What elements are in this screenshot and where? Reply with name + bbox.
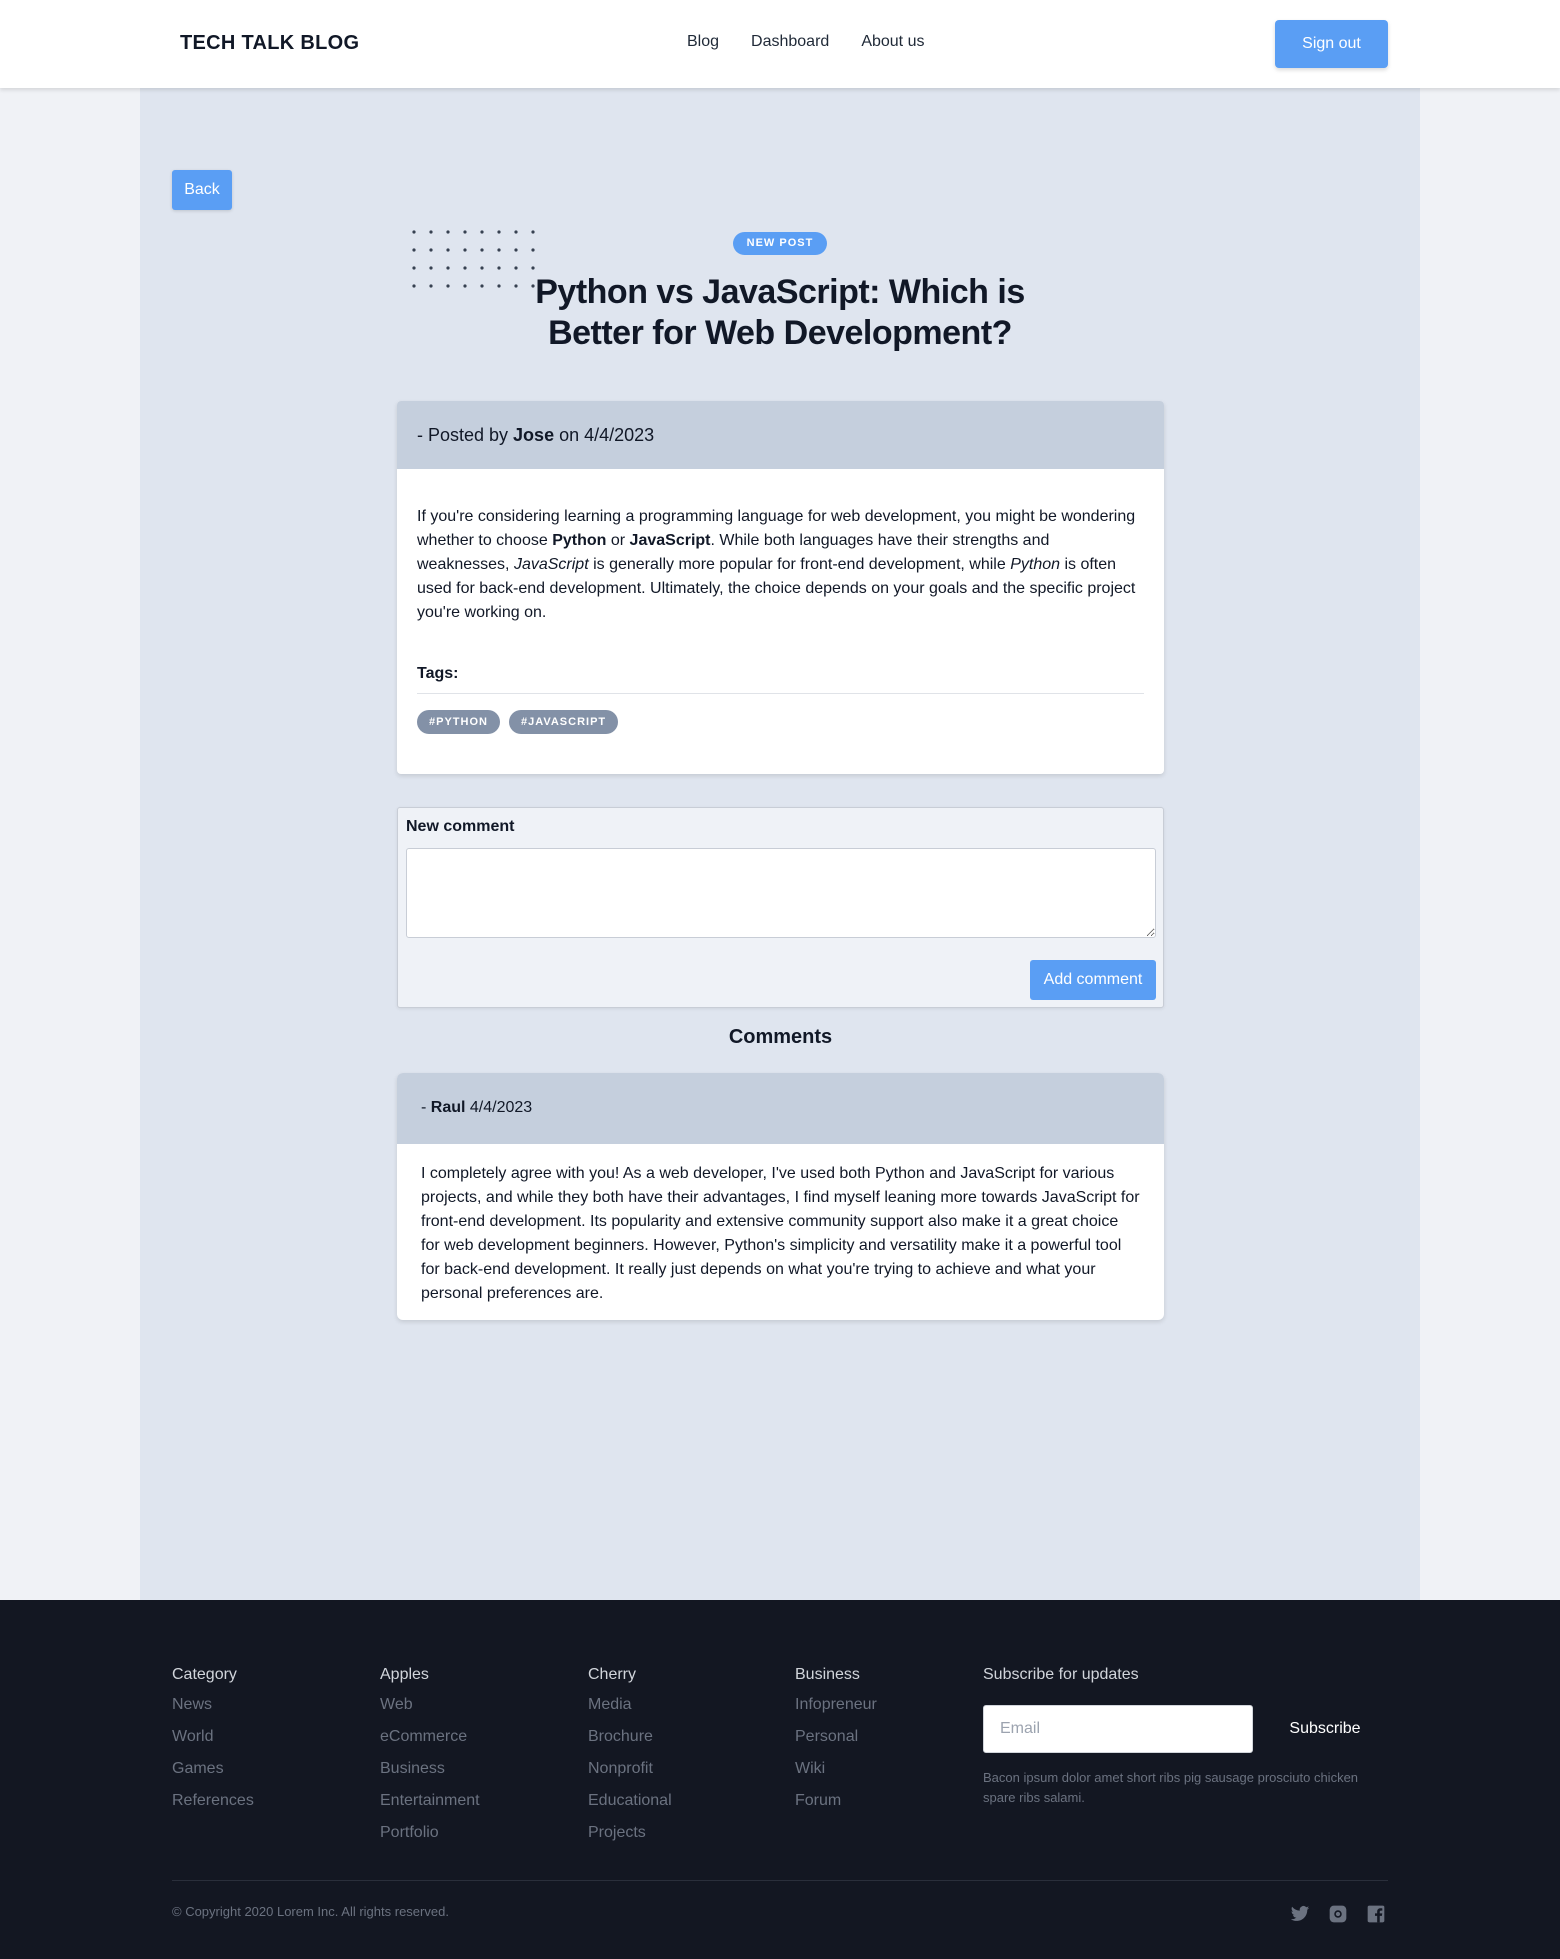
post-body-italic: Python bbox=[1010, 556, 1061, 573]
subscribe-note: Bacon ipsum dolor amet short ribs pig sa… bbox=[983, 1770, 1359, 1805]
posted-by-prefix: - Posted by bbox=[417, 425, 514, 445]
email-input[interactable] bbox=[983, 1705, 1253, 1753]
tag-python[interactable]: #PYTHON bbox=[417, 710, 500, 734]
post-body: If you're considering learning a program… bbox=[397, 469, 1164, 625]
tag-list: #PYTHON #JAVASCRIPT bbox=[417, 710, 1144, 734]
footer-link[interactable]: News bbox=[172, 1694, 254, 1716]
instagram-icon[interactable] bbox=[1328, 1904, 1348, 1924]
footer-link[interactable]: Business bbox=[380, 1758, 480, 1780]
footer-column-title: Category bbox=[172, 1666, 237, 1683]
comment-prefix: - bbox=[421, 1099, 431, 1116]
footer-link[interactable]: Forum bbox=[795, 1790, 877, 1812]
tags-label: Tags: bbox=[417, 665, 1144, 694]
sign-out-button[interactable]: Sign out bbox=[1275, 20, 1388, 68]
footer-column-category: Category News World Games References bbox=[172, 1666, 254, 1822]
post-body-bold: JavaScript bbox=[629, 532, 711, 549]
post-body-text: is generally more popular for front-end … bbox=[588, 556, 1011, 573]
nav-link-about-us[interactable]: About us bbox=[861, 33, 924, 51]
footer-column-apples: Apples Web eCommerce Business Entertainm… bbox=[380, 1666, 480, 1854]
footer-divider bbox=[172, 1880, 1388, 1881]
footer: Category News World Games References App… bbox=[0, 1600, 1560, 1959]
post-title: Python vs JavaScript: Which is Better fo… bbox=[535, 273, 1025, 352]
footer-link[interactable]: Educational bbox=[588, 1790, 672, 1812]
main-content: Back NEW POST Python vs JavaScript: Whic… bbox=[140, 88, 1420, 1600]
footer-link[interactable]: Wiki bbox=[795, 1758, 877, 1780]
post-body-bold: Python bbox=[552, 532, 607, 549]
post-meta: - Posted by Jose on 4/4/2023 bbox=[397, 401, 1164, 469]
comment-meta: - Raul 4/4/2023 bbox=[397, 1073, 1164, 1144]
footer-link[interactable]: Projects bbox=[588, 1822, 672, 1844]
comments-heading: Comments bbox=[728, 1026, 833, 1048]
footer-link[interactable]: eCommerce bbox=[380, 1726, 480, 1748]
footer-column-title: Cherry bbox=[588, 1666, 637, 1683]
post-author: Jose bbox=[513, 425, 555, 445]
post-card: - Posted by Jose on 4/4/2023 If you're c… bbox=[397, 401, 1164, 774]
footer-column-cherry: Cherry Media Brochure Nonprofit Educatio… bbox=[588, 1666, 672, 1854]
footer-link[interactable]: Media bbox=[588, 1694, 672, 1716]
main-nav: Blog Dashboard About us bbox=[687, 33, 924, 51]
social-links bbox=[1290, 1904, 1386, 1924]
post-body-text: or bbox=[606, 532, 630, 549]
comment-textarea[interactable] bbox=[406, 848, 1156, 938]
footer-link[interactable]: Brochure bbox=[588, 1726, 672, 1748]
new-post-badge: NEW POST bbox=[733, 232, 827, 255]
footer-link[interactable]: Portfolio bbox=[380, 1822, 480, 1844]
nav-link-blog[interactable]: Blog bbox=[687, 33, 719, 51]
copyright-text: © Copyright 2020 Lorem Inc. All rights r… bbox=[172, 1904, 449, 1919]
comment-date: 4/4/2023 bbox=[465, 1099, 533, 1116]
footer-link[interactable]: Entertainment bbox=[380, 1790, 480, 1812]
footer-column-title: Business bbox=[795, 1666, 860, 1683]
footer-link[interactable]: Games bbox=[172, 1758, 254, 1780]
comment-card: - Raul 4/4/2023 I completely agree with … bbox=[397, 1073, 1164, 1320]
post-date: 4/4/2023 bbox=[584, 425, 655, 445]
new-comment-form: New comment Add comment bbox=[397, 807, 1164, 1008]
facebook-icon[interactable] bbox=[1366, 1904, 1386, 1924]
subscribe-button[interactable]: Subscribe bbox=[1265, 1705, 1385, 1753]
posted-on-text: on bbox=[554, 425, 585, 445]
new-comment-label: New comment bbox=[406, 818, 515, 835]
twitter-icon[interactable] bbox=[1290, 1904, 1310, 1924]
footer-link[interactable]: Web bbox=[380, 1694, 480, 1716]
footer-link[interactable]: References bbox=[172, 1790, 254, 1812]
comment-text: I completely agree with you! As a web de… bbox=[421, 1165, 1140, 1302]
add-comment-button[interactable]: Add comment bbox=[1030, 960, 1156, 1000]
post-body-italic: JavaScript bbox=[513, 556, 589, 573]
subscribe-title: Subscribe for updates bbox=[983, 1666, 1139, 1683]
footer-link[interactable]: World bbox=[172, 1726, 254, 1748]
footer-link[interactable]: Personal bbox=[795, 1726, 877, 1748]
footer-link[interactable]: Infopreneur bbox=[795, 1694, 877, 1716]
nav-link-dashboard[interactable]: Dashboard bbox=[751, 33, 829, 51]
footer-column-title: Apples bbox=[380, 1666, 429, 1683]
footer-column-business: Business Infopreneur Personal Wiki Forum bbox=[795, 1666, 877, 1822]
top-navbar: TECH TALK BLOG Blog Dashboard About us S… bbox=[0, 0, 1560, 88]
tag-javascript[interactable]: #JAVASCRIPT bbox=[508, 710, 619, 734]
brand-logo-text[interactable]: TECH TALK BLOG bbox=[180, 32, 359, 55]
footer-link[interactable]: Nonprofit bbox=[588, 1758, 672, 1780]
back-button[interactable]: Back bbox=[172, 170, 232, 210]
comment-author: Raul bbox=[430, 1099, 466, 1116]
